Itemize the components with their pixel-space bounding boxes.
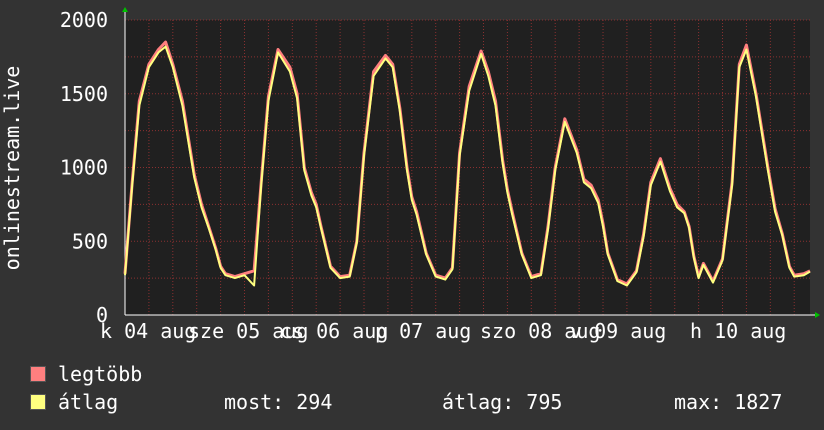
x-tick-label: k 04 aug — [100, 319, 196, 343]
legend-swatch-avg — [30, 394, 46, 410]
y-tick-label: 1500 — [60, 82, 108, 106]
y-axis-arrow — [122, 7, 128, 12]
stat-average: átlag: 795 — [442, 390, 563, 414]
x-tick-label: v 09 aug — [570, 319, 666, 343]
y-tick-label: 500 — [72, 229, 108, 253]
stat-max: max: 1827 — [674, 390, 783, 414]
y-tick-label: 2000 — [60, 8, 108, 32]
legend-label-avg: átlag — [58, 390, 119, 414]
legend-swatch-max — [30, 366, 46, 382]
chart-plot: 0500100015002000onlinestream.livek 04 au… — [0, 7, 820, 343]
stat-now: most: 294 — [224, 390, 333, 414]
legend-item-avg: átlag — [30, 390, 118, 414]
x-tick-label: h 10 aug — [690, 319, 786, 343]
y-tick-label: 1000 — [60, 156, 108, 180]
x-tick-label: cs 06 aug — [280, 319, 388, 343]
x-axis-arrow — [815, 312, 820, 318]
legend-label-max: legtöbb — [58, 362, 143, 386]
legend-item-max: legtöbb — [30, 362, 142, 386]
y-axis-label: onlinestream.live — [0, 66, 24, 271]
chart-container: 0 500 1000 1500 2000 onlinestream.live k 04 au… — [0, 0, 824, 430]
x-tick-label: p 07 aug — [375, 319, 471, 343]
